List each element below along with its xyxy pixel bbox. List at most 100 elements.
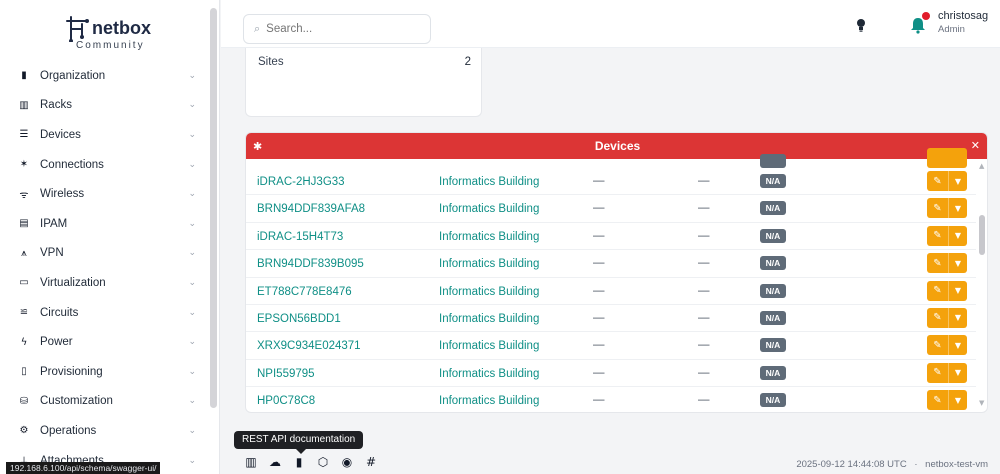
device-name-link[interactable]: BRN94DDF839AFA8 — [257, 203, 365, 215]
device-name-link[interactable]: iDRAC-2HJ3G33 — [257, 176, 345, 188]
device-name-link[interactable]: NPI559795 — [257, 368, 315, 380]
chevron-down-icon[interactable]: ▼ — [949, 198, 967, 218]
site-link[interactable]: Informatics Building — [439, 340, 539, 352]
edit-pencil-icon[interactable]: ✎ — [927, 225, 949, 246]
status-badge: N/A — [760, 256, 786, 271]
devices-panel: ✱ Devices ✕ iDRAC-2HJ3G33 Informatics Bui… — [245, 132, 988, 413]
edit-pencil-icon[interactable]: ✎ — [927, 362, 949, 383]
building-icon: ▮ — [21, 70, 27, 82]
site-link[interactable]: Informatics Building — [439, 176, 539, 188]
site-link[interactable]: Informatics Building — [439, 313, 539, 325]
device-name-link[interactable]: HP0C78C8 — [257, 395, 315, 407]
api-doc-icon[interactable]: ▮ — [292, 455, 306, 469]
sidebar-item-circuits[interactable]: ≌ Circuits ⌄ — [0, 298, 208, 328]
device-name-link[interactable]: XRX9C934E024371 — [257, 340, 361, 352]
sidebar-item-racks[interactable]: ▥ Racks ⌄ — [0, 91, 208, 121]
device-name-link[interactable]: iDRAC-15H4T73 — [257, 231, 343, 243]
row-actions: ✎ ▼ — [927, 225, 967, 246]
chevron-down-icon[interactable]: ▼ — [949, 281, 967, 301]
table-row: NPI559795 Informatics Building — — N/A ✎ ▼ — [246, 360, 976, 388]
devices-panel-scrollbar[interactable] — [979, 215, 985, 255]
sidebar-item-wireless[interactable]: ᯤ Wireless ⌄ — [0, 179, 208, 209]
edit-pencil-icon[interactable]: ✎ — [927, 198, 949, 219]
graphql-icon[interactable]: ⬡ — [316, 455, 330, 469]
chevron-down-icon: ⌄ — [188, 159, 196, 170]
chevron-down-icon[interactable]: ▼ — [949, 253, 967, 273]
status-badge: N/A — [760, 310, 786, 325]
theme-toggle-lightbulb-icon[interactable] — [856, 18, 866, 32]
sidebar-item-ipam[interactable]: ▤ IPAM ⌄ — [0, 209, 208, 239]
footer-meta: 2025-09-12 14:44:08 UTC · netbox-test-vm — [796, 459, 988, 470]
sites-card: Sites 2 — [245, 48, 482, 117]
edit-pencil-icon[interactable]: ✎ — [927, 280, 949, 301]
tooltip-arrow — [296, 449, 306, 454]
chevron-down-icon[interactable]: ▼ — [949, 226, 967, 246]
site-link[interactable]: Informatics Building — [439, 258, 539, 270]
device-name-link[interactable]: ET788C778E8476 — [257, 286, 352, 298]
cloud-icon[interactable]: ☁ — [268, 455, 282, 469]
sidebar-item-label: Connections — [40, 158, 104, 171]
netbox-logo-icon — [66, 16, 89, 42]
devices-table-body: iDRAC-2HJ3G33 Informatics Building — — N/A ✎ ▼… — [246, 168, 976, 412]
empty-cell: — — [698, 284, 710, 297]
slack-icon[interactable]: # — [364, 455, 378, 469]
device-name-link[interactable]: EPSON56BDD1 — [257, 313, 341, 325]
counter-icon: ▤ — [19, 218, 29, 230]
scroll-up-icon[interactable]: ▲ — [979, 162, 984, 170]
site-link[interactable]: Informatics Building — [439, 368, 539, 380]
close-icon[interactable]: ✕ — [971, 139, 980, 152]
chevron-down-icon: ⌄ — [188, 425, 196, 436]
site-link[interactable]: Informatics Building — [439, 231, 539, 243]
edit-pencil-icon[interactable]: ✎ — [927, 253, 949, 274]
sidebar-item-provisioning[interactable]: ▯ Provisioning ⌄ — [0, 357, 208, 387]
row-actions: ✎ ▼ — [927, 198, 967, 219]
chevron-down-icon: ⌄ — [188, 277, 196, 288]
row-actions: ✎ ▼ — [927, 171, 967, 191]
sidebar-item-label: Organization — [40, 69, 106, 82]
edit-pencil-icon[interactable]: ✎ — [927, 307, 949, 328]
device-name-link[interactable]: BRN94DDF839B095 — [257, 258, 364, 270]
netbox-logo[interactable]: netbox Community — [64, 14, 174, 54]
chevron-down-icon[interactable]: ▼ — [949, 335, 967, 355]
edit-pencil-icon[interactable]: ✎ — [927, 171, 949, 191]
chevron-down-icon: ⌄ — [188, 129, 196, 140]
site-link[interactable]: Informatics Building — [439, 203, 539, 215]
site-link[interactable]: Informatics Building — [439, 286, 539, 298]
chevron-down-icon[interactable]: ▼ — [949, 171, 967, 191]
site-link[interactable]: Informatics Building — [439, 395, 539, 407]
book-icon[interactable]: ▥ — [244, 455, 258, 469]
notification-dot — [922, 12, 930, 20]
devices-panel-title: Devices — [594, 139, 641, 153]
sidebar-item-organization[interactable]: ▮ Organization ⌄ — [0, 61, 208, 91]
edit-pencil-icon[interactable]: ✎ — [927, 335, 949, 356]
sidebar-item-virtualization[interactable]: ▭ Virtualization ⌄ — [0, 268, 208, 298]
chevron-down-icon[interactable]: ▼ — [949, 390, 967, 410]
footer-links: ▥ ☁ ▮ ⬡ ◉ # — [244, 455, 378, 469]
chevron-down-icon[interactable]: ▼ — [949, 308, 967, 328]
table-row: XRX9C934E024371 Informatics Building — — N/A… — [246, 332, 976, 360]
edit-pencil-icon[interactable]: ✎ — [927, 390, 949, 411]
empty-cell: — — [698, 229, 710, 242]
brand-edition: Community — [76, 40, 145, 51]
sidebar-item-operations[interactable]: ⚙ Operations ⌄ — [0, 416, 208, 446]
status-badge: N/A — [760, 338, 786, 353]
search-box[interactable]: ⌕ — [243, 14, 431, 44]
scroll-down-icon[interactable]: ▼ — [979, 399, 984, 407]
user-role: Admin — [938, 24, 965, 35]
sidebar-item-vpn[interactable]: ⩚ VPN ⌄ — [0, 239, 208, 269]
sidebar-item-label: Devices — [40, 128, 81, 141]
sidebar-item-power[interactable]: ϟ Power ⌄ — [0, 327, 208, 357]
github-icon[interactable]: ◉ — [340, 455, 354, 469]
status-badge: N/A — [760, 393, 786, 408]
sidebar-item-connections[interactable]: ✶ Connections ⌄ — [0, 150, 208, 180]
sites-label[interactable]: Sites — [258, 56, 284, 68]
table-row: BRN94DDF839B095 Informatics Building — — N/A… — [246, 250, 976, 278]
user-name[interactable]: christosag — [938, 10, 988, 22]
sidebar-scrollbar[interactable] — [210, 8, 217, 408]
row-actions[interactable] — [927, 148, 967, 168]
search-input[interactable] — [266, 23, 417, 35]
chevron-down-icon[interactable]: ▼ — [949, 363, 967, 383]
sidebar-item-customization[interactable]: ⛁ Customization ⌄ — [0, 387, 208, 417]
sidebar-item-devices[interactable]: ☰ Devices ⌄ — [0, 120, 208, 150]
empty-cell: — — [593, 229, 605, 242]
